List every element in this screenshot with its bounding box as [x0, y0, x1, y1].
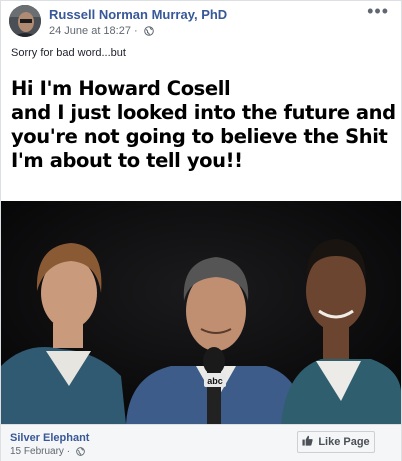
more-options-icon[interactable]: •••: [367, 1, 389, 21]
meme-text: Hi I'm Howard Cosell and I just looked i…: [11, 77, 396, 173]
globe-icon[interactable]: [143, 26, 154, 39]
mic-logo: abc: [207, 376, 223, 386]
shared-page-bar: Silver Elephant 15 February · Like Page: [1, 424, 401, 461]
shared-page-meta: 15 February ·: [10, 446, 85, 459]
like-page-label: Like Page: [318, 436, 370, 448]
post-image[interactable]: Hi I'm Howard Cosell and I just looked i…: [1, 65, 401, 424]
post-header: Russell Norman Murray, PhD 24 June at 18…: [9, 1, 389, 39]
post-meta: 24 June at 18:27 ·: [49, 25, 154, 39]
shared-page-name[interactable]: Silver Elephant: [10, 432, 89, 444]
author-name[interactable]: Russell Norman Murray, PhD: [49, 7, 227, 22]
meme-line-4: I'm about to tell you!!: [11, 149, 243, 172]
post-timestamp[interactable]: 24 June at 18:27 ·: [49, 25, 138, 37]
thumbs-up-icon: [302, 435, 314, 449]
globe-icon[interactable]: [75, 447, 85, 459]
feed-post: Russell Norman Murray, PhD 24 June at 18…: [0, 0, 402, 461]
shared-page-date[interactable]: 15 February ·: [10, 446, 70, 457]
meme-photo: abc: [1, 201, 401, 424]
post-caption: Sorry for bad word...but: [11, 47, 126, 59]
meme-line-2: and I just looked into the future and: [11, 101, 396, 124]
meme-line-3: you're not going to believe the Shit: [11, 125, 388, 148]
author-avatar[interactable]: [9, 5, 41, 37]
meme-line-1: Hi I'm Howard Cosell: [11, 77, 231, 100]
like-page-button[interactable]: Like Page: [297, 431, 375, 453]
meme-text-area: Hi I'm Howard Cosell and I just looked i…: [1, 65, 401, 201]
